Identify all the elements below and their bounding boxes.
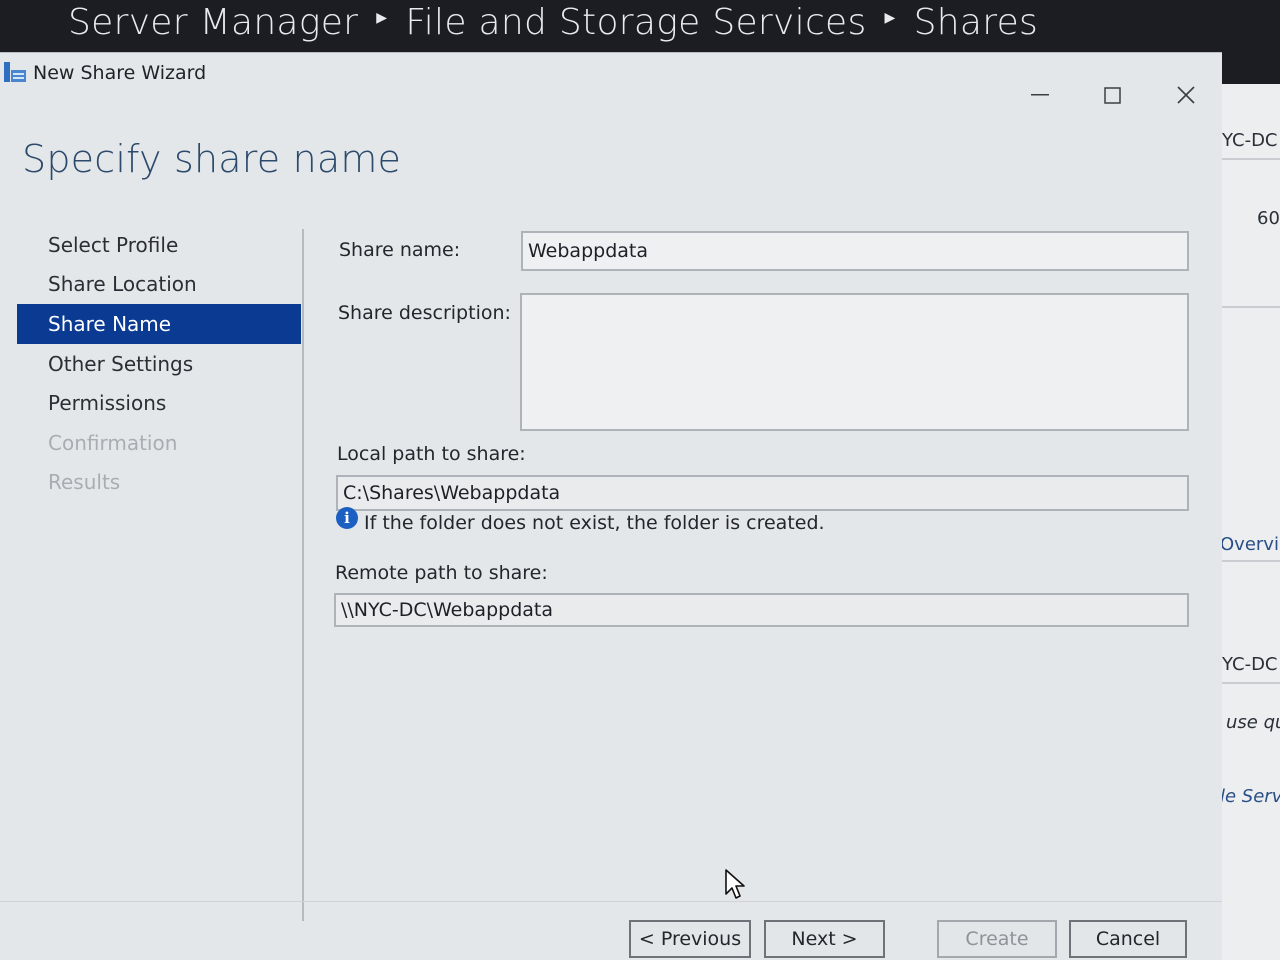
background-divider bbox=[1220, 682, 1280, 684]
wizard-steps: Select Profile Share Location Share Name… bbox=[17, 225, 301, 502]
info-icon: i bbox=[336, 507, 358, 529]
step-label: Results bbox=[48, 470, 121, 495]
step-select-profile[interactable]: Select Profile bbox=[17, 225, 301, 265]
remote-path-value: \\NYC-DC\Webappdata bbox=[341, 599, 553, 621]
remote-path-label: Remote path to share: bbox=[335, 562, 548, 584]
page-title: Specify share name bbox=[22, 137, 402, 181]
cancel-button[interactable]: Cancel bbox=[1069, 920, 1187, 958]
step-share-location[interactable]: Share Location bbox=[17, 265, 301, 305]
step-label: Select Profile bbox=[48, 232, 179, 257]
steps-divider bbox=[302, 229, 304, 921]
step-label: Share Location bbox=[48, 272, 197, 297]
background-divider bbox=[1220, 158, 1280, 160]
remote-path-field[interactable]: \\NYC-DC\Webappdata bbox=[334, 593, 1189, 627]
background-server-name-2: YC-DC bbox=[1222, 654, 1278, 675]
info-message: If the folder does not exist, the folder… bbox=[364, 512, 825, 534]
breadcrumb-server-manager[interactable]: Server Manager bbox=[68, 2, 358, 43]
previous-button[interactable]: < Previous bbox=[629, 920, 751, 958]
step-permissions[interactable]: Permissions bbox=[17, 383, 301, 423]
background-overview-tab[interactable]: Overvie bbox=[1220, 534, 1280, 555]
next-button[interactable]: Next > bbox=[764, 920, 885, 958]
wizard-title: New Share Wizard bbox=[33, 62, 207, 84]
new-share-wizard-window: New Share Wizard Specify share name Sele… bbox=[0, 52, 1222, 960]
step-label: Share Name bbox=[48, 311, 172, 336]
step-other-settings[interactable]: Other Settings bbox=[17, 344, 301, 384]
background-server-name: YC-DC bbox=[1222, 130, 1278, 151]
background-divider bbox=[1220, 560, 1280, 562]
footer-divider bbox=[0, 901, 1222, 902]
background-count: 60 bbox=[1257, 208, 1280, 229]
local-path-value: C:\Shares\Webappdata bbox=[343, 482, 561, 504]
share-description-label: Share description: bbox=[338, 302, 511, 324]
share-name-label: Share name: bbox=[339, 239, 461, 261]
server-manager-header: Server Manager ▶ File and Storage Servic… bbox=[0, 0, 1280, 56]
step-label: Other Settings bbox=[48, 351, 194, 376]
local-path-field[interactable]: C:\Shares\Webappdata bbox=[336, 475, 1189, 511]
breadcrumb-file-storage[interactable]: File and Storage Services bbox=[405, 2, 866, 43]
wizard-titlebar[interactable]: New Share Wizard bbox=[0, 53, 1222, 104]
step-share-name[interactable]: Share Name bbox=[17, 304, 301, 344]
breadcrumb: Server Manager ▶ File and Storage Servic… bbox=[68, 0, 1038, 50]
share-name-value: Webappdata bbox=[528, 240, 648, 262]
share-name-input[interactable]: Webappdata bbox=[521, 231, 1189, 271]
background-hint-text: use qu bbox=[1226, 712, 1280, 733]
create-button: Create bbox=[937, 920, 1057, 958]
step-label: Confirmation bbox=[48, 430, 178, 455]
breadcrumb-separator-icon: ▶ bbox=[884, 10, 896, 26]
step-label: Permissions bbox=[48, 391, 167, 416]
maximize-icon[interactable] bbox=[1092, 77, 1132, 113]
background-server-panel: YC-DC 60 Overvie YC-DC use qu le Serve bbox=[1220, 84, 1280, 960]
share-description-input[interactable] bbox=[520, 293, 1189, 431]
minimize-icon[interactable] bbox=[1020, 77, 1060, 113]
close-icon[interactable] bbox=[1166, 77, 1206, 113]
server-manager-app-icon bbox=[4, 62, 26, 82]
mouse-pointer-icon bbox=[725, 869, 745, 899]
background-divider bbox=[1220, 306, 1280, 308]
background-file-server-link[interactable]: le Serve bbox=[1220, 786, 1280, 807]
breadcrumb-separator-icon: ▶ bbox=[376, 10, 388, 26]
step-results: Results bbox=[17, 463, 301, 503]
step-confirmation: Confirmation bbox=[17, 423, 301, 463]
breadcrumb-shares[interactable]: Shares bbox=[914, 2, 1038, 43]
local-path-label: Local path to share: bbox=[337, 443, 526, 465]
